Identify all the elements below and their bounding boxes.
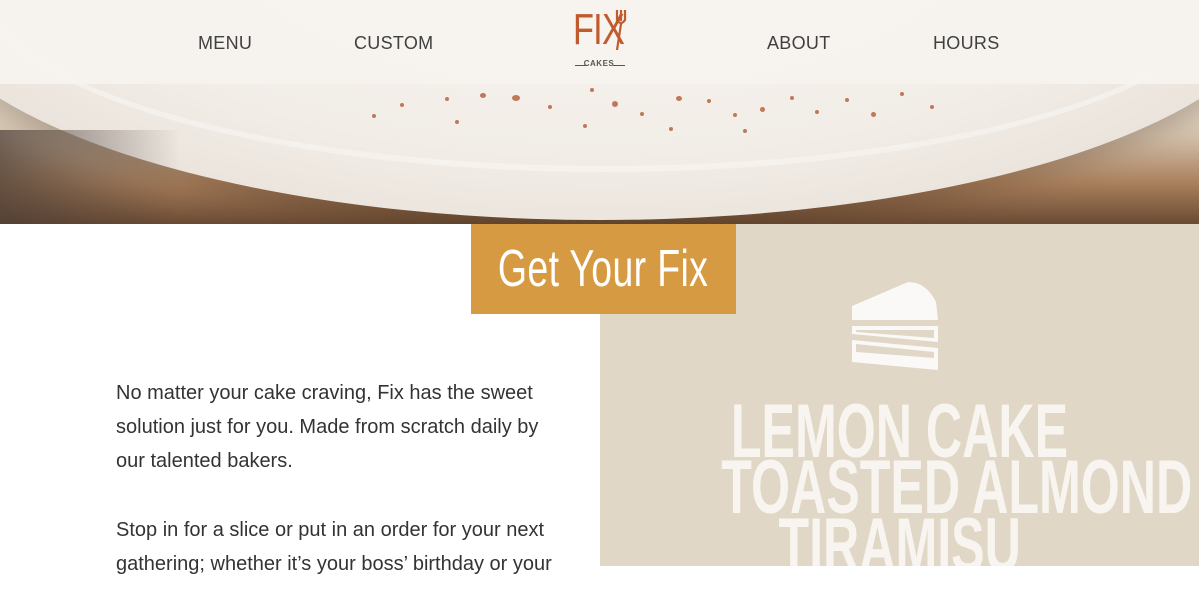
fork-icon (615, 10, 627, 50)
get-your-fix-banner: Get Your Fix (471, 224, 736, 314)
intro-copy: No matter your cake craving, Fix has the… (116, 376, 566, 616)
nav-custom-link[interactable]: CUSTOM (354, 33, 433, 54)
top-nav: MENU CUSTOM FIX CAKES ABOUT HOURS (0, 0, 1199, 84)
flavor-item: TIRAMISU (778, 503, 1021, 567)
cake-slice-icon (852, 282, 938, 370)
intro-paragraph: No matter your cake craving, Fix has the… (116, 382, 539, 472)
fix-cakes-logo[interactable]: FIX CAKES (571, 8, 631, 74)
nav-hours-link[interactable]: HOURS (933, 33, 1000, 54)
logo-subtitle: CAKES (583, 59, 615, 68)
banner-title: Get Your Fix (498, 240, 709, 298)
logo-rule-right (613, 65, 625, 66)
nav-about-link[interactable]: ABOUT (767, 33, 831, 54)
nav-menu-link[interactable]: MENU (198, 33, 252, 54)
intro-paragraph: Stop in for a slice or put in an order f… (116, 519, 552, 575)
